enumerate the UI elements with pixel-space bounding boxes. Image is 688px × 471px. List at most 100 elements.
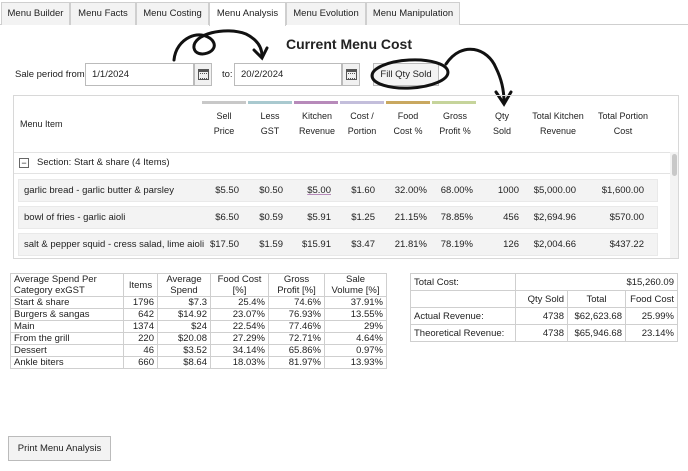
items: 642 xyxy=(123,308,158,321)
sale-volume: 0.97% xyxy=(324,344,387,357)
theoretical-total: $65,946.68 xyxy=(567,324,626,342)
items: 220 xyxy=(123,332,158,345)
actual-qty: 4738 xyxy=(515,307,568,325)
items: 1796 xyxy=(123,296,158,309)
category-name: From the grill xyxy=(10,332,124,345)
total-kitchen-revenue: $5,000.00 xyxy=(533,185,576,196)
col-category: Average Spend Per Category exGST xyxy=(10,273,124,297)
column-color-bar xyxy=(340,101,384,104)
qty-sold[interactable]: 1000 xyxy=(479,180,519,201)
header-menu-item[interactable]: Menu Item xyxy=(20,117,80,132)
average-spend: $20.08 xyxy=(157,332,211,345)
gross-profit: 81.97% xyxy=(268,356,325,369)
average-spend: $24 xyxy=(157,320,211,333)
col-sale-volume: Sale Volume [%] xyxy=(324,273,387,297)
menu-item-name: bowl of fries - garlic aioli xyxy=(24,212,126,223)
less-gst: $0.59 xyxy=(259,212,283,223)
table-row: Dessert 46 $3.52 34.14% 65.86% 0.97% xyxy=(10,344,387,357)
col-gross-profit: Gross Profit [%] xyxy=(268,273,325,297)
items: 46 xyxy=(123,344,158,357)
total-cost-value: $15,260.09 xyxy=(515,273,678,291)
total-portion-cost: $1,600.00 xyxy=(601,185,644,196)
actual-revenue-row: Actual Revenue: 4738 $62,623.68 25.99% xyxy=(410,307,678,325)
less-gst: $1.59 xyxy=(259,239,283,250)
header-qty-sold[interactable]: Qty Sold xyxy=(480,109,524,139)
theoretical-revenue-label: Theoretical Revenue: xyxy=(410,324,516,342)
gross-profit: 76.93% xyxy=(268,308,325,321)
header-gross-profit[interactable]: Gross Profit % xyxy=(432,109,478,139)
qty-sold[interactable]: 126 xyxy=(479,234,519,255)
header-total-kitchen-revenue[interactable]: Total Kitchen Revenue xyxy=(526,109,590,139)
average-spend: $14.92 xyxy=(157,308,211,321)
average-spend: $8.64 xyxy=(157,356,211,369)
col-food-cost: Food Cost xyxy=(625,290,678,308)
cost-portion: $1.60 xyxy=(351,185,375,196)
items: 660 xyxy=(123,356,158,369)
table-row: Ankle biters 660 $8.64 18.03% 81.97% 13.93% xyxy=(10,356,387,369)
gross-profit: 77.46% xyxy=(268,320,325,333)
column-color-bar xyxy=(294,101,338,104)
category-header-row: Average Spend Per Category exGST Items Av… xyxy=(10,273,387,297)
menu-items-grid: Menu Item Sell Price Less GST Kitchen Reven… xyxy=(13,95,679,259)
table-row: Main 1374 $24 22.54% 77.46% 29% xyxy=(10,320,387,333)
sell-price: $6.50 xyxy=(215,212,239,223)
sell-price: $5.50 xyxy=(215,185,239,196)
section-row: − Section: Start & share (4 Items) xyxy=(14,152,670,174)
header-sell-price[interactable]: Sell Price xyxy=(202,109,246,139)
kitchen-revenue: $15.91 xyxy=(301,239,331,250)
table-row[interactable]: salt & pepper squid - cress salad, lime … xyxy=(18,233,658,256)
food-cost: 32.00% xyxy=(394,185,427,196)
gross-profit: 74.6% xyxy=(268,296,325,309)
sale-volume: 13.93% xyxy=(324,356,387,369)
category-table: Average Spend Per Category exGST Items Av… xyxy=(10,273,387,369)
food-cost: 23.07% xyxy=(210,308,269,321)
total-cost-row: Total Cost: $15,260.09 xyxy=(410,273,678,291)
table-row: Start & share 1796 $7.3 25.4% 74.6% 37.91% xyxy=(10,296,387,309)
kitchen-revenue: $5.00 xyxy=(307,185,331,196)
header-total-portion-cost[interactable]: Total Portion Cost xyxy=(592,109,654,139)
food-cost: 25.4% xyxy=(210,296,269,309)
table-row: Burgers & sangas 642 $14.92 23.07% 76.93% 13.… xyxy=(10,308,387,321)
section-label: Section: Start & share (4 Items) xyxy=(37,157,170,168)
scrollbar-thumb[interactable] xyxy=(672,154,677,176)
grid-scrollbar[interactable] xyxy=(670,152,678,258)
qty-sold[interactable]: 456 xyxy=(479,207,519,228)
table-row: From the grill 220 $20.08 27.29% 72.71% 4.64% xyxy=(10,332,387,345)
items: 1374 xyxy=(123,320,158,333)
sell-price: $17.50 xyxy=(209,239,239,250)
header-kitchen-revenue[interactable]: Kitchen Revenue xyxy=(294,109,340,139)
table-row[interactable]: bowl of fries - garlic aioli $6.50 $0.59… xyxy=(18,206,658,229)
summary-table: Total Cost: $15,260.09 Qty Sold Total Fo… xyxy=(410,273,678,342)
summary-header-row: Qty Sold Total Food Cost xyxy=(410,290,678,308)
gross-profit: 78.85% xyxy=(440,212,473,223)
print-menu-analysis-button[interactable]: Print Menu Analysis xyxy=(8,436,111,461)
header-food-cost[interactable]: Food Cost % xyxy=(386,109,430,139)
total-kitchen-revenue: $2,694.96 xyxy=(533,212,576,223)
average-spend: $7.3 xyxy=(157,296,211,309)
actual-food-cost: 25.99% xyxy=(625,307,678,325)
cost-portion: $1.25 xyxy=(351,212,375,223)
col-food-cost: Food Cost [%] xyxy=(210,273,269,297)
category-name: Ankle biters xyxy=(10,356,124,369)
gross-profit: 68.00% xyxy=(440,185,473,196)
menu-item-name: garlic bread - garlic butter & parsley xyxy=(24,185,174,196)
col-qty-sold: Qty Sold xyxy=(515,290,568,308)
total-portion-cost: $570.00 xyxy=(609,212,644,223)
sale-volume: 4.64% xyxy=(324,332,387,345)
table-row[interactable]: garlic bread - garlic butter & parsley $… xyxy=(18,179,658,202)
col-items: Items xyxy=(123,273,158,297)
food-cost: 22.54% xyxy=(210,320,269,333)
theoretical-revenue-row: Theoretical Revenue: 4738 $65,946.68 23.… xyxy=(410,324,678,342)
cost-portion: $3.47 xyxy=(351,239,375,250)
category-name: Start & share xyxy=(10,296,124,309)
menu-item-name: salt & pepper squid - cress salad, lime … xyxy=(24,239,205,250)
theoretical-qty: 4738 xyxy=(515,324,568,342)
sale-volume: 37.91% xyxy=(324,296,387,309)
collapse-icon[interactable]: − xyxy=(19,158,29,168)
category-name: Burgers & sangas xyxy=(10,308,124,321)
summary-header-blank xyxy=(410,290,516,308)
header-cost-portion[interactable]: Cost / Portion xyxy=(340,109,384,139)
col-total: Total xyxy=(567,290,626,308)
sale-volume: 29% xyxy=(324,320,387,333)
header-less-gst[interactable]: Less GST xyxy=(248,109,292,139)
